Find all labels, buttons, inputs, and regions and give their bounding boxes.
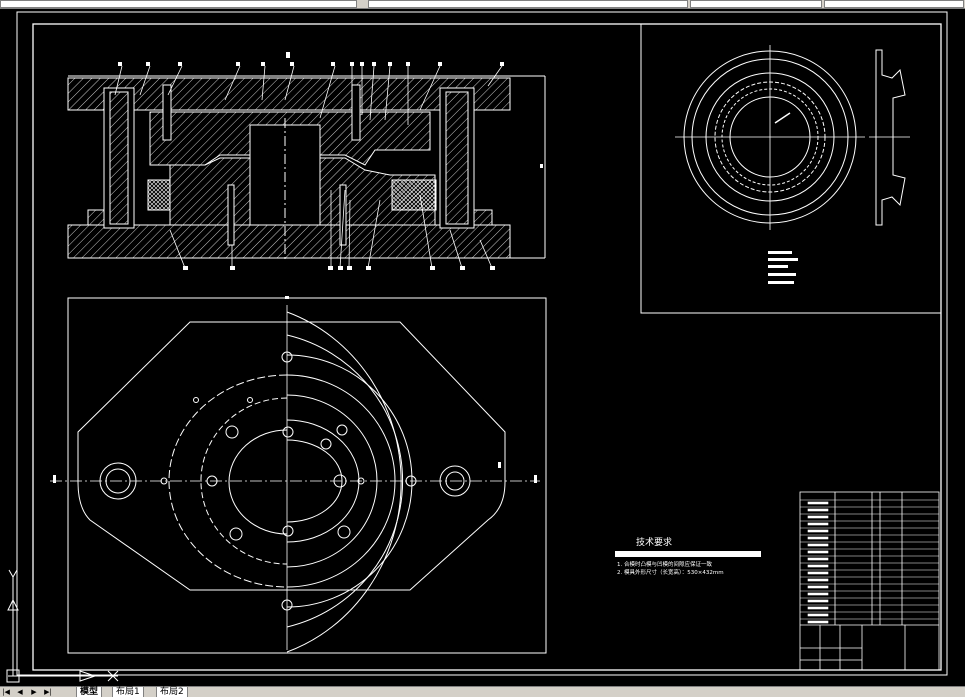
- title-block-row-text: [807, 529, 829, 533]
- title-block-row-text: [807, 578, 829, 582]
- tech-heading: 技术要求: [636, 536, 672, 548]
- title-block-row-text: [807, 515, 829, 519]
- title-block-row-text: [807, 550, 829, 554]
- title-block-row-text: [807, 613, 829, 617]
- layout-tab-bar: |◀ ◀ ▶ ▶| 模型 布局1 布局2: [0, 686, 965, 697]
- title-block-row-text: [807, 557, 829, 561]
- ucs-icon: [6, 569, 119, 683]
- part-notes: [768, 251, 798, 284]
- title-block-row-text: [807, 508, 829, 512]
- title-block-row-text: [807, 585, 829, 589]
- title-block-row-text: [807, 564, 829, 568]
- part-view-frame: [640, 23, 942, 314]
- plan-view: [50, 296, 547, 654]
- title-block-row-text: [807, 501, 829, 505]
- title-block-row-text: [807, 592, 829, 596]
- toolbar-field[interactable]: [690, 0, 822, 8]
- tech-line-1: 1. 合模时凸模与凹模的间隙应保证一致: [617, 560, 712, 568]
- title-block-row-text: [807, 620, 829, 624]
- title-block-row-text: [807, 571, 829, 575]
- title-block-row-text: [807, 522, 829, 526]
- technical-notes: [615, 551, 761, 557]
- part-view: [675, 45, 910, 230]
- title-block-row-text: [807, 599, 829, 603]
- outer-frame: [16, 11, 948, 676]
- title-block-row-text: [807, 606, 829, 610]
- toolbar-field[interactable]: [0, 0, 357, 8]
- title-block-row-text: [807, 536, 829, 540]
- toolbar-field[interactable]: [824, 0, 964, 8]
- section-view: [67, 52, 546, 270]
- title-block-row-text: [807, 543, 829, 547]
- tech-line-2: 2. 模具外形尺寸（长宽高）：530×432mm: [617, 568, 724, 576]
- drawing-canvas[interactable]: 技术要求 1. 合模时凸模与凹模的间隙应保证一致 2. 模具外形尺寸（长宽高）：…: [0, 8, 965, 686]
- title-block-rows: [800, 499, 939, 624]
- toolbar-field[interactable]: [368, 0, 688, 8]
